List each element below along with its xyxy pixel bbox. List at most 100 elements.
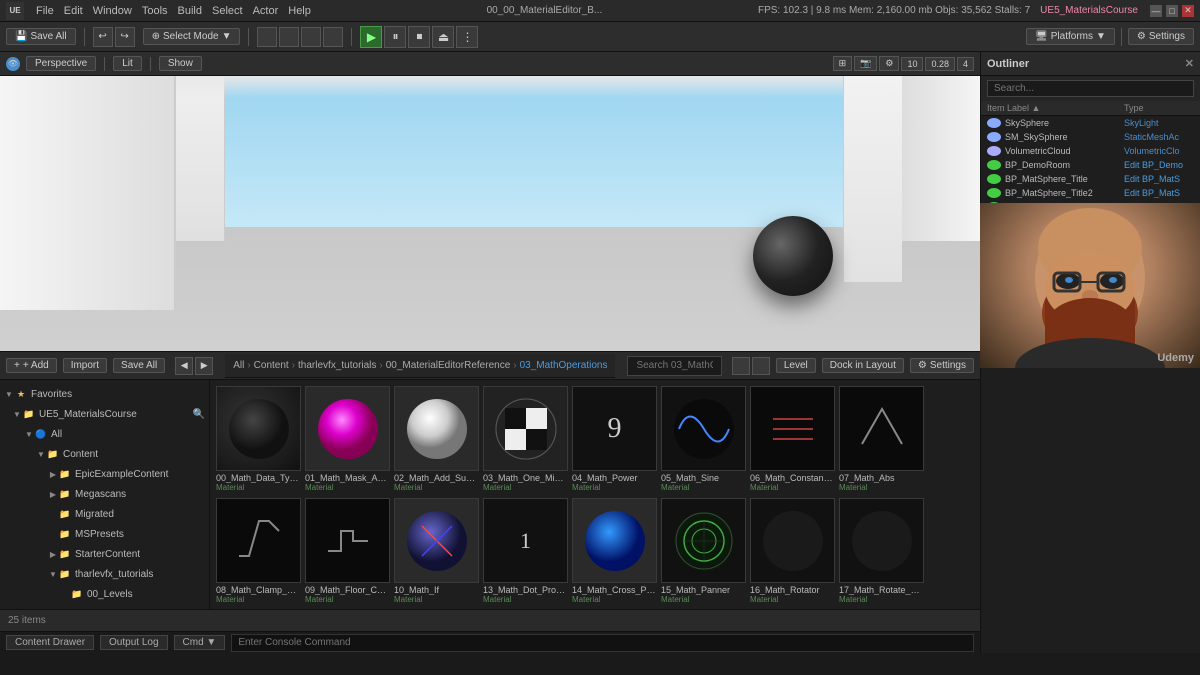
pause-button[interactable]: ⏸ (384, 26, 406, 48)
translate-tool[interactable] (257, 27, 277, 47)
breadcrumb-tutorials[interactable]: tharlevfx_tutorials (298, 360, 376, 371)
asset-00-math-data[interactable]: 00_Math_Data_TypesMaterial (216, 386, 301, 494)
rotate-tool[interactable] (279, 27, 299, 47)
search-input[interactable] (627, 356, 721, 376)
breadcrumb-current[interactable]: 03_MathOperations (520, 360, 608, 371)
outliner-item-skylight[interactable]: SkySphere SkyLight (981, 116, 1200, 130)
breadcrumb-all[interactable]: All (233, 360, 244, 371)
cb-save-all-button[interactable]: Save All (113, 358, 165, 373)
outliner-close-icon[interactable]: ✕ (1185, 57, 1194, 70)
tree-item-tharlevfx[interactable]: ▼ 📁 tharlevfx_tutorials (0, 565, 209, 583)
asset-09-floor[interactable]: 09_Math_Floor_Ceil_FracMaterial (305, 498, 390, 606)
undo-button[interactable]: ↩ (93, 27, 113, 47)
menu-edit[interactable]: Edit (64, 5, 83, 17)
menu-build[interactable]: Build (178, 5, 202, 17)
minimize-button[interactable]: — (1150, 5, 1162, 17)
asset-02-add[interactable]: 02_Math_Add_Subtract_Multiply_DivideMate… (394, 386, 479, 494)
scale-tool[interactable] (301, 27, 321, 47)
asset-01-mask[interactable]: 01_Math_Mask_AppendMaterial (305, 386, 390, 494)
outliner-header: Outliner ✕ (981, 52, 1200, 76)
outliner-item-icon (987, 146, 1001, 156)
3d-viewport[interactable] (0, 76, 980, 351)
platforms-button[interactable]: 🖥 Platforms ▼ (1026, 28, 1115, 45)
tree-item-favorites[interactable]: ▼ ★ Favorites (0, 385, 209, 403)
cb-settings-button[interactable]: ⚙ Settings (910, 358, 974, 373)
asset-07-abs[interactable]: 07_Math_AbsMaterial (839, 386, 924, 494)
tree-item-migrated[interactable]: 📁 Migrated (0, 505, 209, 523)
save-button[interactable]: 💾 Save All (6, 28, 76, 45)
tree-item-starter[interactable]: ▶ 📁 StarterContent (0, 545, 209, 563)
asset-04-power[interactable]: 9 04_Math_PowerMaterial (572, 386, 657, 494)
menu-help[interactable]: Help (288, 5, 311, 17)
cb-filter-btn[interactable] (732, 357, 750, 375)
tree-search-icon[interactable]: 🔍 (193, 409, 205, 420)
maximize-button[interactable]: □ (1166, 5, 1178, 17)
asset-13-dot[interactable]: 1 13_Math_Dot_ProductMaterial (483, 498, 568, 606)
tree-item-all[interactable]: ▼ 🔵 All (0, 425, 209, 443)
play-button[interactable]: ▶ (360, 26, 382, 48)
menu-file[interactable]: File (36, 5, 54, 17)
asset-thumb-01 (305, 386, 390, 471)
menu-tools[interactable]: Tools (142, 5, 168, 17)
tree-starter: ▶ 📁 StarterContent (0, 544, 209, 564)
cb-right-buttons: Dock in Layout ⚙ Settings (822, 358, 974, 373)
tree-item-epic[interactable]: ▶ 📁 EpicExampleContent (0, 465, 209, 483)
outliner-item-bp-matsphere1[interactable]: BP_MatSphere_Title Edit BP_MatS (981, 172, 1200, 186)
vp-settings-button[interactable]: ⚙ (879, 56, 899, 71)
console-input[interactable] (231, 634, 974, 652)
camera-button[interactable]: 📷 (854, 56, 877, 71)
perspective-button[interactable]: Perspective (26, 56, 96, 71)
asset-10-if[interactable]: 10_Math_IfMaterial (394, 498, 479, 606)
asset-15-panner[interactable]: 15_Math_PannerMaterial (661, 498, 746, 606)
asset-17-rotate-axis[interactable]: 17_Math_Rotate_AboutAxisMaterial (839, 498, 924, 606)
asset-thumb-02 (394, 386, 479, 471)
stop-button[interactable]: ⏹ (408, 26, 430, 48)
outliner-col-type: Type (1124, 103, 1194, 113)
asset-03-one-minus[interactable]: 03_Math_One_MinusMaterial (483, 386, 568, 494)
snap-tool[interactable] (323, 27, 343, 47)
select-mode-button[interactable]: ⊕ Select Mode ▼ (143, 28, 241, 45)
cb-history-back[interactable]: ◀ (175, 357, 193, 375)
outliner-col-item: Item Label ▲ (987, 103, 1124, 113)
tree-item-content[interactable]: ▼ 📁 Content (0, 445, 209, 463)
content-drawer-button[interactable]: Content Drawer (6, 635, 94, 650)
menu-window[interactable]: Window (93, 5, 132, 17)
show-button[interactable]: Show (159, 56, 202, 71)
outliner-search-input[interactable] (987, 80, 1194, 97)
breadcrumb-reference[interactable]: 00_MaterialEditorReference (386, 360, 511, 371)
cb-add-button[interactable]: + + Add (6, 358, 57, 373)
asset-08-clamp[interactable]: 08_Math_Clamp_Min_Max_SaturateMaterial (216, 498, 301, 606)
more-play-options[interactable]: ⋮ (456, 26, 478, 48)
outliner-item-bp-demoroom[interactable]: BP_DemoRoom Edit BP_Demo (981, 158, 1200, 172)
cb-dock-button[interactable]: Dock in Layout (822, 358, 904, 373)
asset-05-sine[interactable]: 05_Math_SineMaterial (661, 386, 746, 494)
tree-item-ue5course[interactable]: ▼ 📁 UE5_MaterialsCourse 🔍 (0, 405, 209, 423)
asset-14-cross[interactable]: 14_Math_Cross_ProductMaterial (572, 498, 657, 606)
tree-item-megascans[interactable]: ▶ 📁 Megascans (0, 485, 209, 503)
asset-content-area: 00_Math_Data_TypesMaterial 01_Math_Mask_… (210, 380, 980, 609)
breadcrumb-content[interactable]: Content (254, 360, 289, 371)
cb-level-button[interactable]: Level (776, 358, 816, 373)
settings-button[interactable]: ⚙ Settings (1128, 28, 1194, 45)
cb-history-forward[interactable]: ▶ (195, 357, 213, 375)
lit-button[interactable]: Lit (113, 56, 142, 71)
asset-06-constant[interactable]: 06_Math_Constant_BiasScaleMaterial (750, 386, 835, 494)
cb-import-button[interactable]: Import (63, 358, 107, 373)
tree-item-mspresets[interactable]: 📁 MSPresets (0, 525, 209, 543)
menu-actor[interactable]: Actor (253, 5, 279, 17)
outliner-item-bp-matsphere2[interactable]: BP_MatSphere_Title2 Edit BP_MatS (981, 186, 1200, 200)
grid-button[interactable]: ⊞ (833, 56, 853, 71)
redo-button[interactable]: ↪ (115, 27, 135, 47)
asset-thumb-17 (839, 498, 924, 583)
output-log-button[interactable]: Output Log (100, 635, 167, 650)
eject-button[interactable]: ⏏ (432, 26, 454, 48)
tree-item-00levels[interactable]: 📁 00_Levels (0, 585, 209, 603)
outliner-item-sm-skysphere[interactable]: SM_SkySphere StaticMeshAc (981, 130, 1200, 144)
close-button[interactable]: ✕ (1182, 5, 1194, 17)
cb-sort-btn[interactable] (752, 357, 770, 375)
asset-16-rotator[interactable]: 16_Math_RotatorMaterial (750, 498, 835, 606)
menu-select[interactable]: Select (212, 5, 243, 17)
cmd-button[interactable]: Cmd ▼ (174, 635, 226, 650)
outliner-item-volumetric[interactable]: VolumetricCloud VolumetricClo (981, 144, 1200, 158)
asset-thumb-04: 9 (572, 386, 657, 471)
